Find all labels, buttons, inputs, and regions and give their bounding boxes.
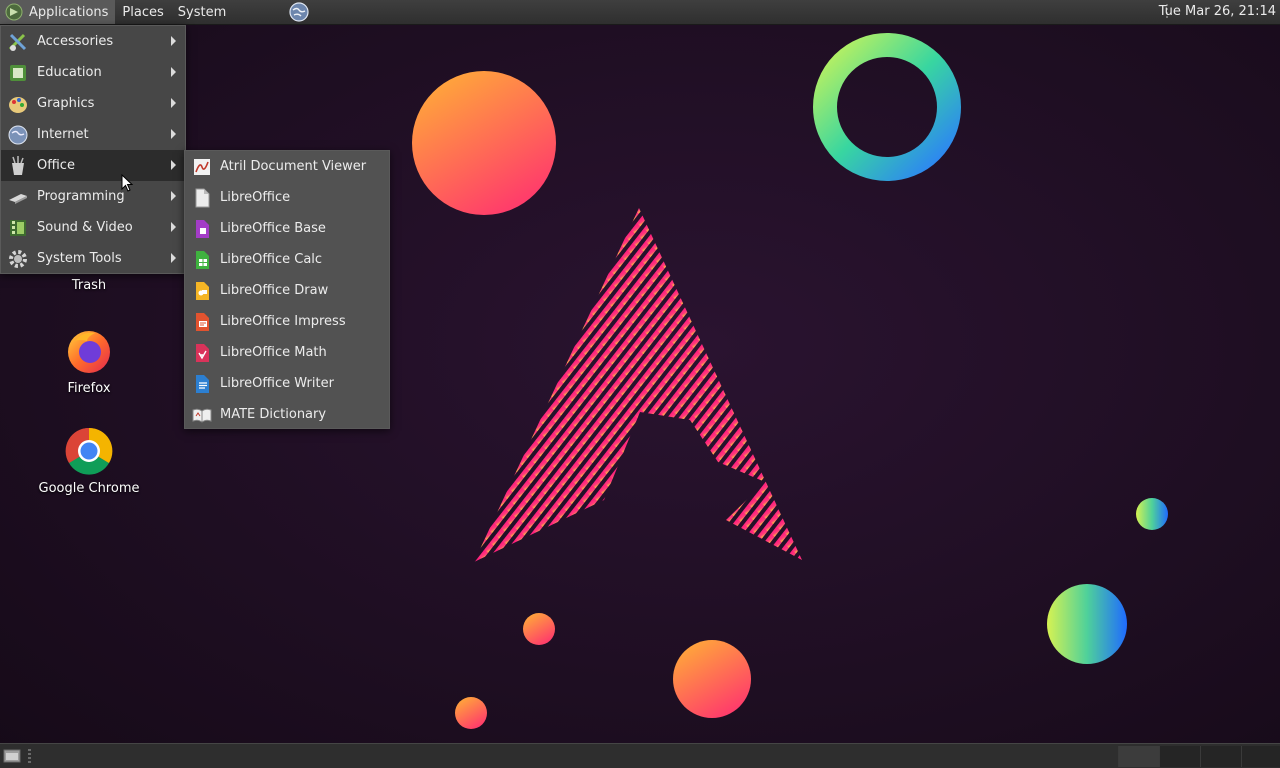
menu-item-education[interactable]: Education	[1, 57, 185, 88]
google-chrome-icon	[65, 427, 113, 475]
desktop-icon-firefox[interactable]: Firefox	[34, 327, 144, 396]
desktop-icon-google-chrome[interactable]: Google Chrome	[34, 427, 144, 496]
internet-icon	[8, 125, 28, 144]
desktop-icon-trash[interactable]: Trash	[34, 278, 144, 293]
menu-item-label: Office	[37, 158, 75, 173]
libreoffice-calc-icon	[196, 250, 209, 269]
menu-item-libreoffice-base[interactable]: LibreOffice Base	[185, 213, 389, 244]
education-icon	[10, 64, 26, 81]
submenu-arrow-icon	[171, 191, 176, 201]
menu-item-office[interactable]: Office	[1, 150, 185, 181]
web-browser-launcher-icon[interactable]	[289, 2, 309, 22]
mate-logo-icon	[5, 3, 23, 21]
libreoffice-impress-icon	[196, 312, 209, 331]
show-desktop-icon[interactable]	[3, 748, 21, 763]
menu-item-label: LibreOffice Draw	[220, 283, 329, 298]
applications-menu: Accessories Education Graphics Internet …	[0, 25, 186, 274]
atril-icon	[194, 158, 210, 175]
menu-item-internet[interactable]: Internet	[1, 119, 185, 150]
menu-item-label: Graphics	[37, 96, 95, 111]
menu-item-label: System Tools	[37, 251, 122, 266]
google-chrome-label: Google Chrome	[38, 481, 140, 496]
workspace-1[interactable]	[1118, 746, 1159, 767]
libreoffice-base-icon	[196, 219, 209, 238]
firefox-label: Firefox	[67, 381, 111, 396]
menu-item-label: Sound & Video	[37, 220, 133, 235]
accessories-icon	[8, 33, 27, 51]
menu-item-label: LibreOffice Base	[220, 221, 326, 236]
programming-icon	[9, 193, 27, 204]
menu-item-atril-document-viewer[interactable]: Atril Document Viewer	[185, 151, 389, 182]
workspace-3[interactable]	[1200, 746, 1241, 767]
mouse-pointer-icon	[121, 174, 134, 192]
office-icon	[12, 155, 24, 175]
graphics-icon	[9, 96, 27, 113]
submenu-arrow-icon	[171, 98, 176, 108]
system-tools-icon	[9, 249, 27, 268]
menu-item-label: LibreOffice	[220, 190, 291, 205]
menu-item-label: MATE Dictionary	[220, 407, 327, 422]
menu-item-accessories[interactable]: Accessories	[1, 26, 185, 57]
top-panel: Applications Places System Tue Mar 26, 2…	[0, 0, 1280, 25]
menu-item-mate-dictionary[interactable]: MATE Dictionary	[185, 399, 389, 430]
trash-label: Trash	[71, 278, 107, 293]
submenu-arrow-icon	[171, 129, 176, 139]
panel-drag-handle[interactable]	[28, 749, 31, 763]
menu-item-label: LibreOffice Calc	[220, 252, 323, 267]
menu-item-label: Programming	[37, 189, 125, 204]
menu-item-label: LibreOffice Math	[220, 345, 327, 360]
menu-item-sound-video[interactable]: Sound & Video	[1, 212, 185, 243]
mate-dictionary-icon	[192, 408, 212, 423]
menu-item-libreoffice-writer[interactable]: LibreOffice Writer	[185, 368, 389, 399]
libreoffice-writer-icon	[196, 374, 209, 393]
menu-item-libreoffice-draw[interactable]: LibreOffice Draw	[185, 275, 389, 306]
workspace-2[interactable]	[1159, 746, 1200, 767]
menu-item-graphics[interactable]: Graphics	[1, 88, 185, 119]
menu-item-libreoffice-calc[interactable]: LibreOffice Calc	[185, 244, 389, 275]
libreoffice-draw-icon	[196, 281, 209, 300]
libreoffice-icon	[195, 188, 210, 207]
menu-item-libreoffice[interactable]: LibreOffice	[185, 182, 389, 213]
menu-item-label: Education	[37, 65, 102, 80]
menu-item-label: Internet	[37, 127, 89, 142]
workspace-4[interactable]	[1241, 746, 1280, 767]
menu-item-label: Accessories	[37, 34, 114, 49]
system-menu-button[interactable]: System	[171, 0, 233, 24]
office-submenu: Atril Document Viewer LibreOffice LibreO…	[184, 150, 390, 429]
menu-item-programming[interactable]: Programming	[1, 181, 185, 212]
sound-video-icon	[10, 219, 26, 236]
submenu-arrow-icon	[171, 67, 176, 77]
submenu-arrow-icon	[171, 36, 176, 46]
menu-item-system-tools[interactable]: System Tools	[1, 243, 185, 274]
menu-item-libreoffice-math[interactable]: LibreOffice Math	[185, 337, 389, 368]
places-menu-button[interactable]: Places	[115, 0, 170, 24]
bottom-panel	[0, 743, 1280, 768]
applications-label: Applications	[29, 4, 109, 20]
libreoffice-math-icon	[196, 343, 209, 362]
menu-item-libreoffice-impress[interactable]: LibreOffice Impress	[185, 306, 389, 337]
applications-menu-button[interactable]: Applications	[0, 0, 116, 24]
clock[interactable]: Tue Mar 26, 21:14	[1159, 0, 1276, 24]
firefox-icon	[68, 331, 110, 373]
submenu-arrow-icon	[171, 222, 176, 232]
submenu-arrow-icon	[171, 253, 176, 263]
submenu-arrow-icon	[171, 160, 176, 170]
menu-item-label: LibreOffice Impress	[220, 314, 346, 329]
menu-item-label: LibreOffice Writer	[220, 376, 334, 391]
menu-item-label: Atril Document Viewer	[220, 159, 367, 174]
